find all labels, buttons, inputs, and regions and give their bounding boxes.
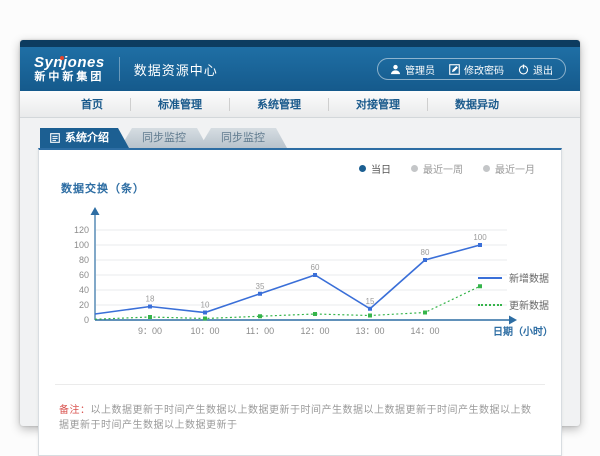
point-label: 35 — [256, 282, 265, 291]
tab-label: 同步监控 — [221, 128, 265, 148]
point-label: 18 — [146, 295, 155, 304]
filter-label: 最近一周 — [423, 161, 463, 176]
tab-sync-monitor-1[interactable]: 同步监控 — [120, 128, 208, 148]
x-tick-label: 12：00 — [300, 326, 329, 336]
legend-label: 新增数据 — [509, 270, 549, 285]
main-nav: 首页 标准管理 系统管理 对接管理 数据异动 — [20, 91, 580, 118]
nav-item-system-mgmt[interactable]: 系统管理 — [230, 96, 328, 112]
header-divider — [119, 57, 120, 81]
y-tick-label: 120 — [74, 225, 89, 235]
app-header: Synjones 新中新集团 数据资源中心 管理员 修改密码 退出 — [20, 47, 580, 91]
page-title: 数据资源中心 — [134, 60, 218, 79]
app-window: Synjones 新中新集团 数据资源中心 管理员 修改密码 退出 首页 标准管… — [20, 40, 580, 426]
user-icon — [390, 64, 401, 75]
filter-today[interactable]: 当日 — [359, 161, 391, 176]
radio-dot-icon — [483, 165, 490, 172]
chart-y-axis-title: 数据交换（条） — [61, 180, 545, 196]
point-label: 80 — [421, 248, 430, 257]
user-button[interactable]: 管理员 — [390, 62, 435, 77]
data-point — [368, 314, 372, 318]
data-point — [258, 314, 262, 318]
footnote: 备注：以上数据更新于时间产生数据以上数据更新于时间产生数据以上数据更新于时间产生… — [55, 384, 545, 431]
data-point — [423, 258, 427, 262]
legend-item-update-data[interactable]: 更新数据 — [478, 297, 549, 312]
data-point — [313, 273, 317, 277]
logo-text-cn: 新中新集团 — [34, 71, 104, 83]
legend-solid-line-icon — [478, 277, 502, 279]
window-top-strip — [20, 40, 580, 47]
y-tick-label: 0 — [84, 315, 89, 325]
filter-last-month[interactable]: 最近一月 — [483, 161, 535, 176]
user-label: 管理员 — [405, 62, 435, 77]
x-tick-label: 13：00 — [355, 326, 384, 336]
company-logo: Synjones 新中新集团 — [34, 55, 105, 84]
tab-system-intro[interactable]: 系统介绍 — [40, 128, 129, 148]
radio-dot-icon — [411, 165, 418, 172]
y-tick-label: 100 — [74, 240, 89, 250]
y-tick-label: 20 — [79, 300, 89, 310]
logo-accent-dot — [60, 56, 64, 60]
point-label: 15 — [366, 297, 375, 306]
chart-legend: 新增数据 更新数据 — [478, 270, 549, 312]
power-icon — [518, 64, 529, 75]
x-tick-label: 14：00 — [410, 326, 439, 336]
filter-last-week[interactable]: 最近一周 — [411, 161, 463, 176]
tab-label: 系统介绍 — [65, 128, 109, 148]
nav-item-home[interactable]: 首页 — [54, 96, 130, 112]
x-axis-title: 日期（小时） — [493, 325, 553, 338]
tab-label: 同步监控 — [142, 128, 186, 148]
tab-bar: 系统介绍 同步监控 同步监控 — [40, 128, 562, 148]
chart-panel: 当日 最近一周 最近一月 数据交换（条） 0 20 40 60 80 100 120 9：00… — [38, 148, 562, 456]
x-tick-label: 9：00 — [138, 326, 162, 336]
data-point — [313, 312, 317, 316]
data-point — [203, 317, 207, 321]
data-point — [148, 305, 152, 309]
legend-label: 更新数据 — [509, 297, 549, 312]
y-tick-label: 80 — [79, 255, 89, 265]
y-tick-label: 60 — [79, 270, 89, 280]
x-tick-label: 11：00 — [246, 326, 274, 336]
legend-item-new-data[interactable]: 新增数据 — [478, 270, 549, 285]
filter-label: 最近一月 — [495, 161, 535, 176]
nav-item-interface-mgmt[interactable]: 对接管理 — [329, 96, 427, 112]
point-label: 10 — [201, 301, 210, 310]
data-point — [258, 292, 262, 296]
nav-item-data-change[interactable]: 数据异动 — [428, 96, 526, 112]
document-icon — [50, 133, 60, 143]
data-point — [423, 311, 427, 315]
radio-dot-icon — [359, 165, 366, 172]
logout-label: 退出 — [533, 62, 553, 77]
content-area: 系统介绍 同步监控 同步监控 当日 最近一周 最近一月 数据交换（条） 0 20 4… — [20, 118, 580, 456]
chart-area: 0 20 40 60 80 100 120 9：00 10：00 11：00 12：00 13：00 1… — [55, 198, 545, 348]
data-point — [148, 315, 152, 319]
point-label: 100 — [473, 233, 487, 242]
change-password-label: 修改密码 — [464, 62, 504, 77]
filter-label: 当日 — [371, 161, 391, 176]
x-axis-arrow-icon — [509, 316, 517, 325]
y-tick-label: 40 — [79, 285, 89, 295]
data-point — [203, 311, 207, 315]
legend-dotted-line-icon — [478, 304, 502, 306]
time-range-filters: 当日 最近一周 最近一月 — [359, 161, 535, 176]
x-tick-label: 10：00 — [190, 326, 219, 336]
footnote-text: 以上数据更新于时间产生数据以上数据更新于时间产生数据以上数据更新于时间产生数据以… — [59, 405, 532, 431]
footnote-prefix: 备注： — [59, 405, 91, 416]
logout-button[interactable]: 退出 — [518, 62, 553, 77]
logo-text-en: Synjones — [34, 55, 105, 72]
nav-item-standard-mgmt[interactable]: 标准管理 — [131, 96, 229, 112]
data-point — [368, 307, 372, 311]
edit-icon — [449, 64, 460, 75]
change-password-button[interactable]: 修改密码 — [449, 62, 504, 77]
point-label: 60 — [311, 263, 320, 272]
y-axis-arrow-icon — [91, 207, 100, 215]
data-point — [478, 243, 482, 247]
user-menu: 管理员 修改密码 退出 — [377, 58, 566, 80]
tab-sync-monitor-2[interactable]: 同步监控 — [199, 128, 287, 148]
